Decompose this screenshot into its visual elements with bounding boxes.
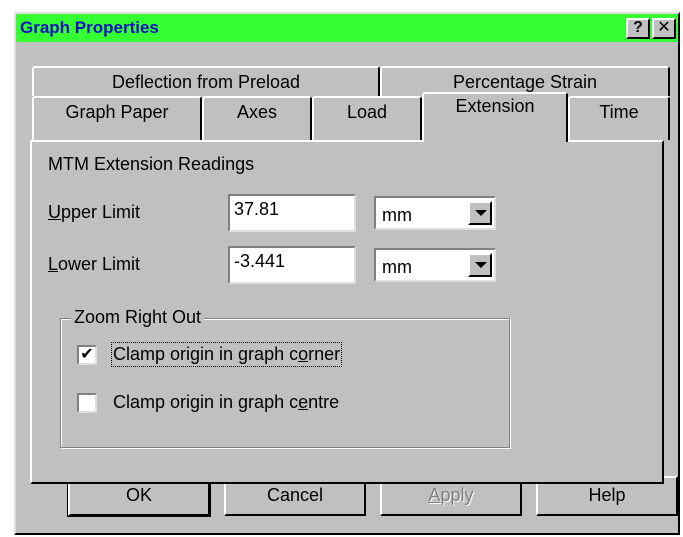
upper-limit-input[interactable]: 37.81 xyxy=(228,194,356,232)
clamp-corner-label[interactable]: Clamp origin in graph corner xyxy=(110,342,343,367)
clamp-corner-text-b: rner xyxy=(308,344,341,364)
clamp-centre-text-b: ntre xyxy=(308,392,340,412)
upper-limit-label-accel: U xyxy=(48,202,61,222)
panel-heading: MTM Extension Readings xyxy=(48,154,255,174)
tab-axes[interactable]: Axes xyxy=(202,96,312,140)
upper-limit-label: Upper Limit xyxy=(48,202,140,223)
help-question-button[interactable]: ? xyxy=(626,18,650,39)
clamp-centre-text-a: Clamp origin in graph c xyxy=(113,392,299,412)
title-bar[interactable]: Graph Properties ? ✕ xyxy=(16,14,678,42)
clamp-corner-checkbox[interactable]: ✔ xyxy=(77,345,97,365)
lower-limit-input[interactable]: -3.441 xyxy=(228,246,356,284)
extension-tab-panel: MTM Extension Readings Upper Limit 37.81… xyxy=(30,140,664,484)
clamp-centre-accel: e xyxy=(298,392,309,412)
upper-limit-unit-select[interactable]: mm xyxy=(374,196,496,230)
lower-limit-label-rest: ower Limit xyxy=(58,254,141,274)
close-icon[interactable]: ✕ xyxy=(652,18,676,39)
chevron-down-icon[interactable] xyxy=(468,253,492,277)
graph-properties-dialog: Graph Properties ? ✕ Deflection from Pre… xyxy=(14,12,680,535)
lower-limit-label: Lower Limit xyxy=(48,254,140,275)
tab-load[interactable]: Load xyxy=(312,96,422,140)
apply-rest: pply xyxy=(440,485,474,505)
upper-limit-label-rest: pper Limit xyxy=(61,202,141,222)
clamp-corner-accel: o xyxy=(298,344,309,364)
upper-limit-unit-value: mm xyxy=(382,205,412,225)
tab-deflection-from-preload[interactable]: Deflection from Preload xyxy=(32,66,380,96)
clamp-corner-text-a: Clamp origin in graph c xyxy=(113,344,299,364)
tab-time[interactable]: Time xyxy=(568,96,670,140)
lower-limit-label-accel: L xyxy=(48,254,59,274)
zoom-right-out-group: Zoom Right Out ✔ Clamp origin in graph c… xyxy=(60,307,510,448)
window-title: Graph Properties xyxy=(20,18,159,37)
clamp-centre-label[interactable]: Clamp origin in graph centre xyxy=(113,392,339,413)
zoom-group-title: Zoom Right Out xyxy=(71,307,205,328)
lower-limit-unit-value: mm xyxy=(382,257,412,277)
tab-extension[interactable]: Extension xyxy=(422,92,568,142)
clamp-centre-checkbox[interactable] xyxy=(77,393,97,413)
chevron-down-icon[interactable] xyxy=(468,201,492,225)
tab-graph-paper[interactable]: Graph Paper xyxy=(32,96,202,140)
apply-accel: A xyxy=(428,485,441,505)
lower-limit-unit-select[interactable]: mm xyxy=(374,248,496,282)
